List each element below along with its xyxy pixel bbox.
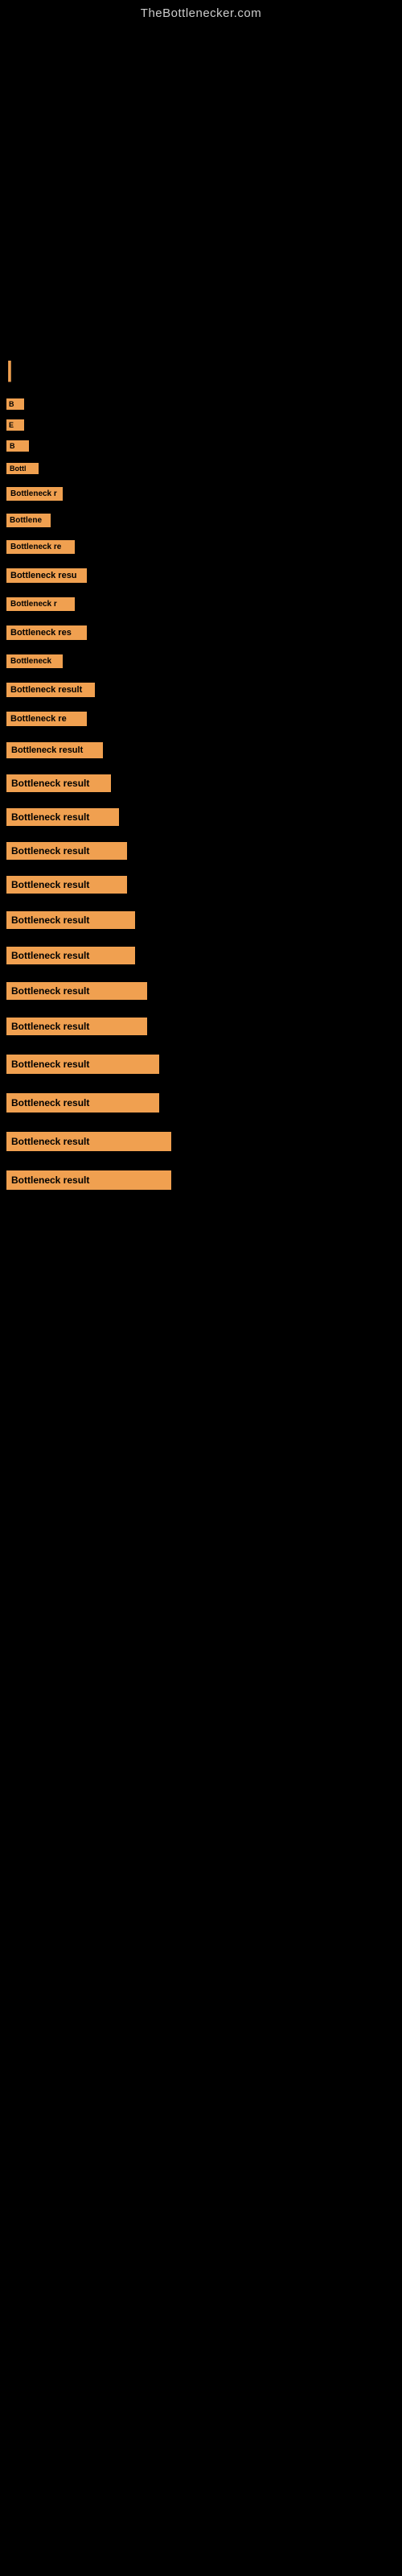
bottleneck-result-bar: Bottleneck result bbox=[6, 982, 147, 1000]
bottleneck-result-bar: Bottleneck result bbox=[6, 1018, 147, 1035]
result-row: Bottleneck re bbox=[0, 707, 402, 737]
bottleneck-result-bar: Bottleneck re bbox=[6, 712, 87, 726]
result-row: Bottleneck res bbox=[0, 621, 402, 650]
result-row: Bottleneck result bbox=[0, 770, 402, 803]
bottleneck-result-bar: Bottleneck result bbox=[6, 1093, 159, 1113]
pipe-char: | bbox=[3, 353, 402, 386]
result-row: Bottleneck result bbox=[0, 1050, 402, 1088]
bottleneck-result-bar: Bottl bbox=[6, 463, 39, 474]
bottleneck-result-bar: Bottleneck result bbox=[6, 1132, 171, 1151]
bottleneck-result-bar: Bottleneck result bbox=[6, 842, 127, 860]
bottleneck-result-bar: E bbox=[6, 419, 24, 431]
result-row: Bottleneck re bbox=[0, 535, 402, 564]
bottleneck-result-bar: Bottleneck resu bbox=[6, 568, 87, 583]
result-row: Bottleneck resu bbox=[0, 564, 402, 592]
result-row: Bottleneck result bbox=[0, 942, 402, 977]
result-row: Bottleneck result bbox=[0, 803, 402, 837]
bottleneck-result-bar: Bottleneck result bbox=[6, 808, 119, 826]
result-row: Bottlene bbox=[0, 509, 402, 535]
bottleneck-result-bar: B bbox=[6, 440, 29, 452]
bottleneck-result-bar: Bottleneck result bbox=[6, 1170, 171, 1190]
result-row: Bottleneck result bbox=[0, 678, 402, 707]
bottleneck-result-bar: Bottleneck result bbox=[6, 1055, 159, 1074]
result-row: Bottleneck result bbox=[0, 906, 402, 942]
bottleneck-result-bar: B bbox=[6, 398, 24, 410]
result-row: Bottleneck result bbox=[0, 1013, 402, 1050]
bottleneck-result-bar: Bottleneck r bbox=[6, 487, 63, 501]
bottleneck-result-bar: Bottleneck r bbox=[6, 597, 75, 611]
pipe-row: | bbox=[0, 345, 402, 394]
result-row: Bottleneck result bbox=[0, 837, 402, 871]
result-row: E bbox=[0, 415, 402, 436]
bottleneck-result-bar: Bottleneck result bbox=[6, 742, 103, 758]
result-row: Bottl bbox=[0, 458, 402, 482]
bottleneck-result-bar: Bottleneck bbox=[6, 654, 63, 668]
bottleneck-result-bar: Bottleneck result bbox=[6, 911, 135, 929]
result-row: B bbox=[0, 394, 402, 415]
result-row: Bottleneck result bbox=[0, 1166, 402, 1204]
bottleneck-result-bar: Bottleneck re bbox=[6, 540, 75, 554]
result-row: Bottleneck result bbox=[0, 1127, 402, 1166]
bottleneck-result-bar: Bottleneck result bbox=[6, 947, 135, 964]
result-row: Bottleneck bbox=[0, 650, 402, 678]
bottleneck-result-bar: Bottlene bbox=[6, 514, 51, 527]
result-row: Bottleneck result bbox=[0, 871, 402, 906]
site-title: TheBottlenecker.com bbox=[0, 0, 402, 23]
bottleneck-result-bar: Bottleneck result bbox=[6, 683, 95, 697]
result-row: Bottleneck result bbox=[0, 977, 402, 1013]
bottleneck-result-bar: Bottleneck result bbox=[6, 876, 127, 894]
result-row: Bottleneck result bbox=[0, 737, 402, 770]
result-row: Bottleneck result bbox=[0, 1088, 402, 1127]
result-row: B bbox=[0, 436, 402, 458]
bottleneck-result-bar: Bottleneck result bbox=[6, 774, 111, 792]
bottleneck-result-bar: Bottleneck res bbox=[6, 625, 87, 640]
result-row: Bottleneck r bbox=[0, 482, 402, 509]
result-row: Bottleneck r bbox=[0, 592, 402, 621]
